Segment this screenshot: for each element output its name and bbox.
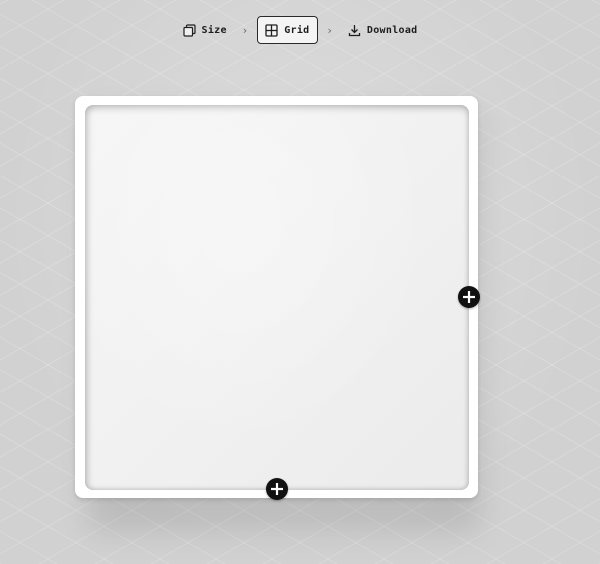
layers-icon: [182, 23, 196, 37]
step-size[interactable]: Size: [177, 16, 233, 44]
plus-circle-icon: [271, 483, 283, 495]
step-download-label: Download: [366, 24, 418, 36]
grid-frame: [75, 96, 478, 498]
add-column-button[interactable]: [458, 286, 480, 308]
chevron-right-icon: ›: [242, 23, 248, 37]
step-grid[interactable]: Grid: [257, 16, 318, 44]
grid-icon: [265, 23, 278, 37]
chevron-right-icon: ›: [327, 23, 332, 37]
download-icon: [348, 24, 361, 36]
stepper-nav: Size › Grid › Download: [0, 15, 600, 45]
step-size-label: Size: [201, 24, 227, 36]
step-download[interactable]: Download: [342, 16, 424, 44]
grid-cell[interactable]: [85, 105, 469, 490]
plus-circle-icon: [463, 291, 475, 303]
add-row-button[interactable]: [266, 478, 288, 500]
step-grid-label: Grid: [284, 24, 310, 36]
